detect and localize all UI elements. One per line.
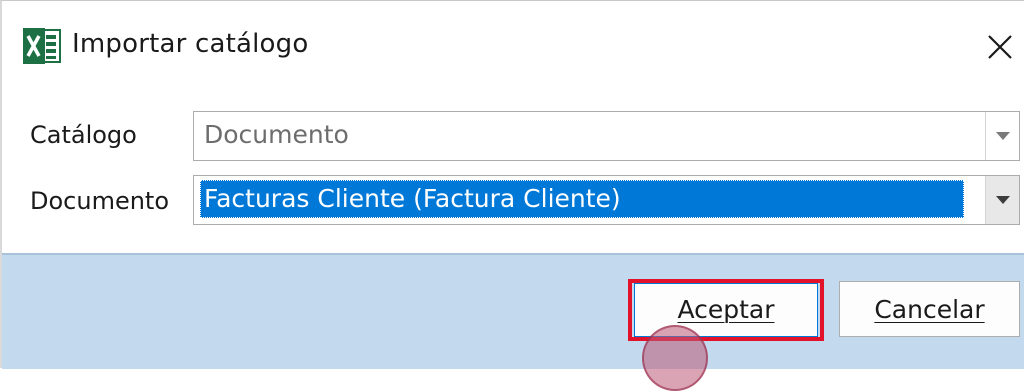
title-bar: Importar catálogo (2, 1, 1024, 87)
chevron-down-icon (995, 132, 1010, 140)
documento-label: Documento (30, 187, 170, 215)
documento-value: Facturas Cliente (Factura Cliente) (200, 180, 964, 218)
catalogo-dropdown-button[interactable] (985, 112, 1019, 160)
cancel-button-label: Cancelar (874, 295, 985, 324)
accept-button-label: Aceptar (677, 295, 775, 324)
catalogo-combobox[interactable]: Documento (193, 111, 1020, 161)
catalogo-value: Documento (204, 120, 349, 149)
chevron-down-icon (995, 196, 1010, 204)
dialog-title: Importar catálogo (72, 29, 309, 59)
excel-icon (23, 28, 61, 64)
click-indicator (642, 325, 708, 391)
catalogo-label: Catálogo (30, 121, 137, 149)
documento-dropdown-button[interactable] (985, 176, 1019, 224)
documento-combobox[interactable]: Facturas Cliente (Factura Cliente) (193, 175, 1020, 225)
import-catalog-dialog: Importar catálogo Catálogo Documento Doc… (0, 0, 1024, 391)
close-icon[interactable] (982, 29, 1018, 65)
cancel-button[interactable]: Cancelar (839, 281, 1020, 337)
